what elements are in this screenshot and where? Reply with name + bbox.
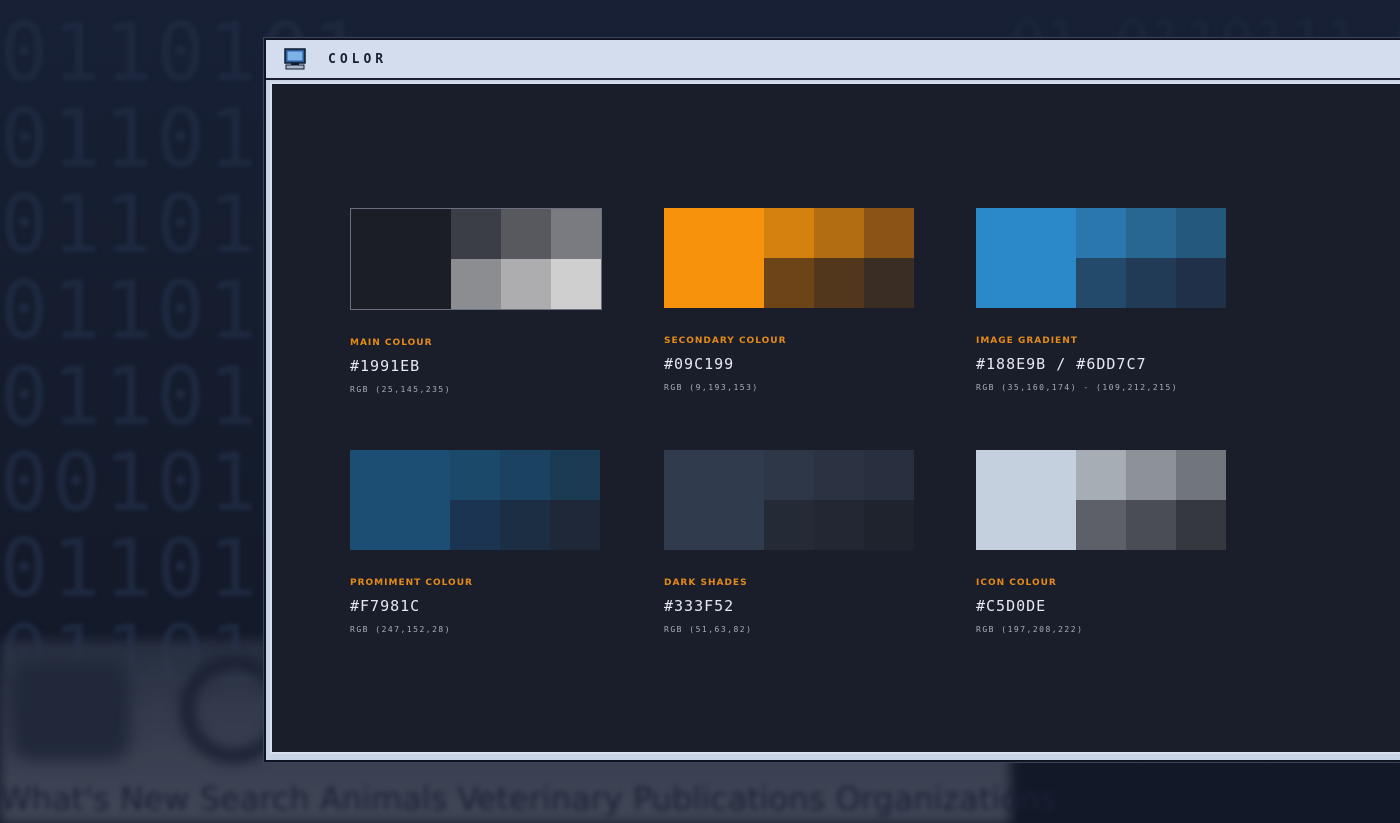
window-titlebar[interactable]: COLOR	[266, 40, 1400, 80]
swatch-shade	[1076, 208, 1126, 258]
color-swatch[interactable]	[976, 208, 1226, 308]
computer-icon	[282, 48, 308, 70]
color-card: IMAGE GRADIENT #188E9B / #6DD7C7 RGB (35,1…	[976, 208, 1228, 392]
swatch-shade	[814, 208, 864, 258]
swatch-shade	[764, 500, 814, 550]
swatch-shade	[551, 259, 601, 309]
swatch-shade	[500, 500, 550, 550]
color-swatch[interactable]	[664, 450, 914, 550]
swatch-shade	[450, 450, 500, 500]
color-rgb: RGB (247,152,28)	[350, 625, 452, 634]
color-hex: #F7981C	[350, 597, 421, 615]
swatch-shade	[1176, 450, 1226, 500]
color-label: ICON COLOUR	[976, 578, 1057, 588]
swatch-shade	[664, 450, 764, 550]
color-hex: #C5D0DE	[976, 597, 1047, 615]
blurred-logo	[10, 660, 130, 760]
color-rgb: RGB (35,160,174) - (109,212,215)	[976, 383, 1179, 392]
color-swatch[interactable]	[664, 208, 914, 308]
swatch-shade	[550, 450, 600, 500]
swatch-shade	[1176, 500, 1226, 550]
swatch-shade	[1126, 258, 1176, 308]
color-swatch[interactable]	[350, 208, 602, 310]
swatch-shade	[764, 450, 814, 500]
color-label: SECONDARY COLOUR	[664, 336, 787, 346]
swatch-shade	[451, 209, 501, 259]
swatch-shade	[1126, 208, 1176, 258]
color-label: DARK SHADES	[664, 578, 748, 588]
swatch-shade	[976, 450, 1076, 550]
color-rgb: RGB (51,63,82)	[664, 625, 753, 634]
color-swatch[interactable]	[976, 450, 1226, 550]
color-hex: #333F52	[664, 597, 735, 615]
color-label: IMAGE GRADIENT	[976, 336, 1078, 346]
swatch-shade	[350, 450, 450, 550]
swatch-shade	[1076, 500, 1126, 550]
color-card: DARK SHADES #333F52 RGB (51,63,82)	[664, 450, 916, 634]
blurred-nav-text: What's New Search Animals Veterinary Pub…	[0, 780, 1057, 818]
color-hex: #09C199	[664, 355, 735, 373]
color-rgb: RGB (25,145,235)	[350, 385, 452, 394]
swatch-shade	[551, 209, 601, 259]
color-card: ICON COLOUR #C5D0DE RGB (197,208,222)	[976, 450, 1228, 634]
color-rgb: RGB (197,208,222)	[976, 625, 1084, 634]
color-label: PROMIMENT COLOUR	[350, 578, 473, 588]
swatch-shade	[864, 450, 914, 500]
swatch-shade	[764, 208, 814, 258]
swatch-shade	[500, 450, 550, 500]
swatch-shade	[1126, 500, 1176, 550]
swatch-shade	[976, 208, 1076, 308]
swatch-shade	[351, 209, 451, 309]
swatch-shade	[1176, 208, 1226, 258]
swatch-shade	[1176, 258, 1226, 308]
color-hex: #1991EB	[350, 357, 421, 375]
swatch-shade	[814, 258, 864, 308]
color-label: MAIN COLOUR	[350, 338, 433, 348]
color-card: SECONDARY COLOUR #09C199 RGB (9,193,153)	[664, 208, 916, 392]
swatch-shade	[864, 258, 914, 308]
color-hex: #188E9B / #6DD7C7	[976, 355, 1147, 373]
swatch-shade	[764, 258, 814, 308]
color-swatch[interactable]	[350, 450, 600, 550]
color-palette-panel: MAIN COLOUR #1991EB RGB (25,145,235) SECOND…	[270, 82, 1400, 754]
swatch-shade	[814, 500, 864, 550]
swatch-shade	[1076, 258, 1126, 308]
swatch-shade	[1076, 450, 1126, 500]
swatch-shade	[550, 500, 600, 550]
swatch-shade	[1126, 450, 1176, 500]
color-card: PROMIMENT COLOUR #F7981C RGB (247,152,28)	[350, 450, 602, 634]
swatch-shade	[664, 208, 764, 308]
swatch-shade	[864, 500, 914, 550]
window-title: COLOR	[328, 51, 388, 67]
swatch-shade	[864, 208, 914, 258]
swatch-shade	[450, 500, 500, 550]
swatch-shade	[501, 259, 551, 309]
color-window: COLOR MAIN COLOUR #1991EB RGB (25,145,235)…	[264, 38, 1400, 762]
swatch-shade	[451, 259, 501, 309]
color-rgb: RGB (9,193,153)	[664, 383, 759, 392]
swatch-shade	[501, 209, 551, 259]
color-card: MAIN COLOUR #1991EB RGB (25,145,235)	[350, 208, 602, 394]
swatch-shade	[814, 450, 864, 500]
